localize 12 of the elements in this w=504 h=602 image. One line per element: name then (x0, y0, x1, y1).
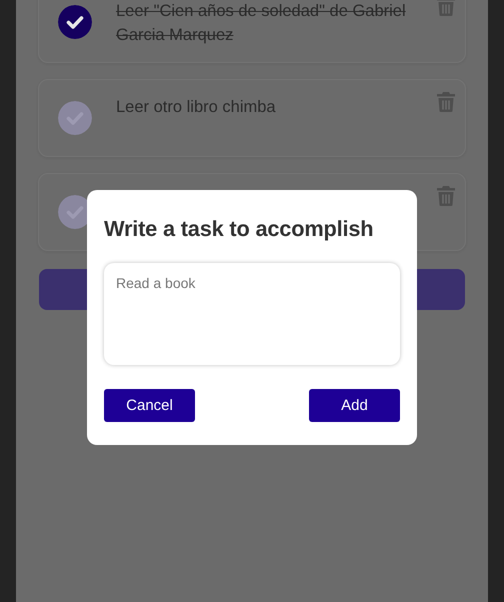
task-input-field[interactable]: Read a book (104, 263, 400, 365)
checked-circle-icon[interactable] (58, 5, 92, 39)
trash-icon[interactable] (437, 0, 455, 16)
dialog-title: Write a task to accomplish (104, 215, 374, 243)
task-text: Leer otro libro chimba (116, 97, 277, 118)
add-button[interactable]: Add (309, 389, 400, 422)
unchecked-circle-icon[interactable] (58, 101, 92, 135)
text-input[interactable]: Read a book (116, 275, 388, 353)
trash-icon[interactable] (437, 92, 455, 112)
cancel-button[interactable]: Cancel (104, 389, 195, 422)
task-text: Leer "Cien años de soledad" de Gabriel Garcia Marquez (116, 1, 407, 46)
trash-icon[interactable] (437, 186, 455, 206)
